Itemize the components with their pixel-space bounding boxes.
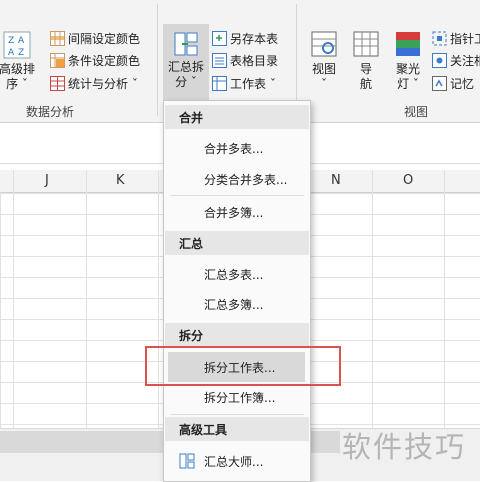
summary-master-icon bbox=[179, 453, 195, 469]
summary-split-button[interactable]: 汇总拆 分 ˇ bbox=[163, 24, 209, 100]
condition-color-label: 条件设定颜色 bbox=[68, 53, 141, 68]
sort-icon: Z A A Z bbox=[3, 31, 31, 59]
ribbon-separator bbox=[157, 4, 158, 116]
save-sheet-icon bbox=[212, 30, 227, 46]
save-as-sheet-label: 另存本表 bbox=[230, 31, 279, 46]
nav-label-1: 导 bbox=[359, 62, 372, 76]
view-icon bbox=[311, 31, 337, 57]
menu-item-split-workbook[interactable]: 拆分工作簿... bbox=[165, 382, 309, 412]
merge-section-label: 合并 bbox=[179, 111, 204, 125]
svg-text:Z: Z bbox=[18, 48, 24, 58]
stats-analysis-button[interactable]: 统计与分析 ˇ bbox=[50, 74, 138, 92]
summarize-sheets-label: 汇总多表... bbox=[204, 268, 264, 282]
worksheet-label: 工作表 ˇ bbox=[230, 76, 276, 91]
spotlight-icon bbox=[396, 32, 420, 56]
navigation-button[interactable]: 导 航 bbox=[350, 30, 382, 92]
interval-color-label: 间隔设定颜色 bbox=[68, 31, 141, 46]
view-arrow: ˇ bbox=[321, 77, 327, 91]
group-label-data-analysis: 数据分析 bbox=[26, 105, 75, 119]
summary-split-menu: 合并 合并多表... 分类合并多表... 合并多簿... 汇总 汇总多表... … bbox=[163, 100, 311, 482]
menu-item-summarize-sheets[interactable]: 汇总多表... bbox=[165, 259, 309, 289]
summarize-workbooks-label: 汇总多簿... bbox=[204, 298, 264, 312]
memory-button[interactable]: 记忆 bbox=[432, 74, 474, 92]
spotlight-label-1: 聚光 bbox=[395, 62, 420, 76]
save-as-sheet-button[interactable]: 另存本表 bbox=[212, 29, 278, 47]
table-of-contents-label: 表格目录 bbox=[230, 53, 279, 68]
memory-icon bbox=[432, 75, 447, 91]
group-label-view: 视图 bbox=[404, 105, 429, 119]
highlight-annotation-box bbox=[145, 346, 341, 386]
menu-separator bbox=[170, 414, 304, 415]
merge-workbooks-label: 合并多簿... bbox=[204, 206, 264, 220]
stats-icon bbox=[50, 75, 65, 91]
column-header-n[interactable]: N bbox=[331, 173, 341, 188]
view-label: 视图 bbox=[311, 62, 336, 76]
finger-tool-button[interactable]: 指针工 bbox=[432, 29, 480, 47]
condition-grid-icon bbox=[50, 52, 65, 68]
condition-color-button[interactable]: 条件设定颜色 bbox=[50, 51, 140, 69]
crosshair-icon bbox=[432, 31, 447, 45]
classify-merge-label: 分类合并多表... bbox=[204, 173, 288, 187]
column-header-o[interactable]: O bbox=[403, 173, 413, 188]
summary-split-label-2: 分 ˇ bbox=[175, 75, 197, 89]
focus-button[interactable]: 关注相 bbox=[432, 51, 480, 69]
summary-split-label-1: 汇总拆 bbox=[167, 60, 204, 74]
table-of-contents-button[interactable]: 表格目录 bbox=[212, 51, 278, 69]
summary-split-icon bbox=[174, 32, 198, 56]
finger-tool-label: 指针工 bbox=[450, 31, 480, 46]
menu-item-summarize-workbooks[interactable]: 汇总多簿... bbox=[165, 289, 309, 319]
svg-text:A: A bbox=[8, 48, 15, 58]
summary-section-label: 汇总 bbox=[179, 237, 204, 251]
menu-section-split: 拆分 bbox=[165, 323, 309, 347]
column-header-k[interactable]: K bbox=[116, 173, 125, 188]
interval-color-button[interactable]: 间隔设定颜色 bbox=[50, 29, 140, 47]
split-workbook-label: 拆分工作簿... bbox=[204, 391, 276, 405]
worksheet-button[interactable]: 工作表 ˇ bbox=[212, 74, 276, 92]
sort-label-1: 高级排 bbox=[0, 62, 35, 76]
advanced-sort-button[interactable]: Z A A Z 高级排 序 ˇ bbox=[0, 30, 40, 92]
menu-section-merge: 合并 bbox=[165, 105, 309, 129]
grid-color-icon bbox=[50, 30, 65, 46]
menu-item-merge-sheets[interactable]: 合并多表... bbox=[165, 133, 309, 163]
memory-label: 记忆 bbox=[450, 76, 475, 91]
sort-label-2: 序 ˇ bbox=[6, 77, 28, 91]
watermark: 软件技巧 bbox=[342, 430, 467, 464]
toc-icon bbox=[212, 52, 227, 68]
focus-label: 关注相 bbox=[450, 53, 480, 68]
focus-icon bbox=[432, 52, 447, 68]
worksheet-icon bbox=[212, 75, 227, 91]
advanced-section-label: 高级工具 bbox=[179, 423, 228, 437]
menu-item-summary-master[interactable]: 汇总大师... bbox=[165, 446, 309, 476]
column-header-j[interactable]: J bbox=[45, 173, 49, 188]
summary-master-label: 汇总大师... bbox=[204, 455, 264, 469]
svg-text:A: A bbox=[18, 36, 25, 46]
menu-item-classify-merge[interactable]: 分类合并多表... bbox=[165, 164, 309, 194]
stats-analysis-label: 统计与分析 ˇ bbox=[68, 76, 138, 91]
svg-text:Z: Z bbox=[8, 36, 14, 46]
menu-item-merge-workbooks[interactable]: 合并多簿... bbox=[165, 197, 309, 227]
spotlight-label-2: 灯 ˇ bbox=[397, 77, 419, 91]
menu-section-summary: 汇总 bbox=[165, 231, 309, 255]
menu-section-advanced: 高级工具 bbox=[165, 417, 309, 441]
spotlight-button[interactable]: 聚光 灯 ˇ bbox=[389, 30, 427, 92]
navigation-icon bbox=[353, 31, 379, 57]
merge-sheets-label: 合并多表... bbox=[204, 142, 264, 156]
view-button[interactable]: 视图 ˇ bbox=[305, 30, 343, 92]
split-section-label: 拆分 bbox=[179, 329, 204, 343]
menu-separator bbox=[170, 195, 304, 196]
nav-label-2: 航 bbox=[359, 77, 372, 91]
